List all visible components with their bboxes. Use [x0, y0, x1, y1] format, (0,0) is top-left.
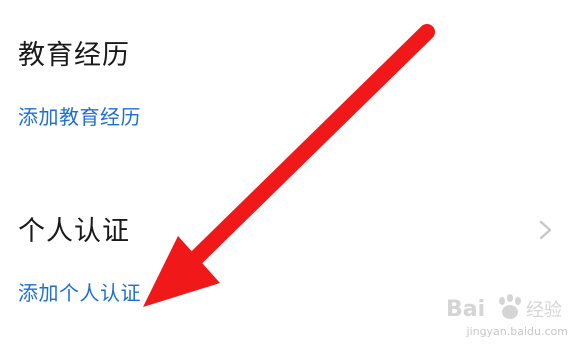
add-certification-link[interactable]: 添加个人认证 [18, 283, 141, 303]
watermark-url: jingyan.baidu.com [466, 325, 568, 338]
chevron-right-icon[interactable] [534, 219, 556, 241]
certification-title: 个人认证 [18, 216, 130, 247]
svg-text:Bai: Bai [446, 297, 485, 322]
watermark-logo: Bai 经验 [446, 294, 562, 322]
baidu-watermark: Bai 经验 jingyan.baidu.com [438, 290, 568, 338]
education-title: 教育经历 [18, 40, 130, 71]
svg-text:经验: 经验 [526, 300, 562, 321]
add-education-link[interactable]: 添加教育经历 [18, 107, 141, 127]
